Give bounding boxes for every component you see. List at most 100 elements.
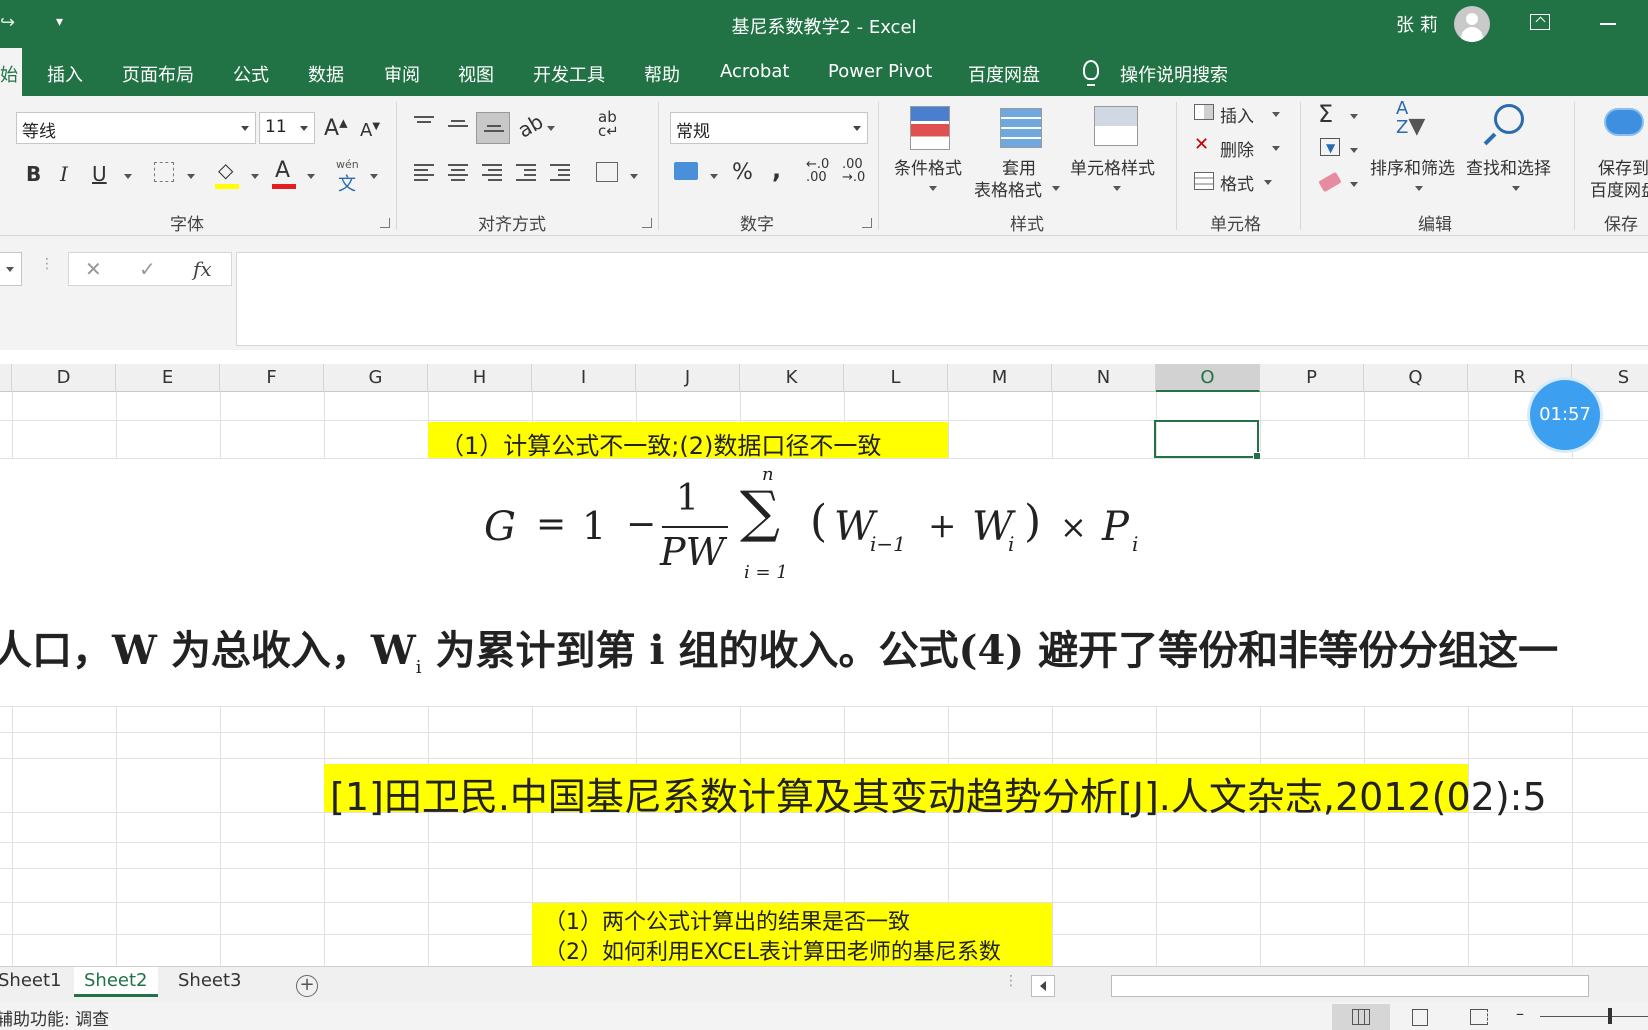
fill-color-icon[interactable]: ◇ [218,158,233,182]
save-to-baidu-label-2[interactable]: 百度网盘 [1590,176,1648,201]
column-header[interactable]: N [1052,364,1156,392]
tab-page-layout[interactable]: 页面布局 [122,61,194,87]
clear-icon[interactable] [1318,171,1342,193]
increase-indent-icon[interactable] [550,164,570,181]
column-header[interactable]: P [1260,364,1364,392]
zoom-slider-knob[interactable] [1608,1008,1612,1024]
recording-timer[interactable]: 01:57 [1530,380,1600,450]
column-header[interactable]: H [428,364,532,392]
column-header[interactable]: J [636,364,740,392]
accessibility-status[interactable]: 辅助功能: 调查 [0,1005,109,1030]
increase-decimal-button[interactable]: ←.0 .00 [806,158,829,184]
phonetic-dropdown-icon[interactable] [370,174,378,179]
orientation-dropdown-icon[interactable] [547,126,555,131]
fill-dropdown-icon[interactable] [1350,148,1358,153]
column-header[interactable]: G [324,364,428,392]
conditional-formatting-button[interactable]: 条件格式 [894,154,962,179]
align-top-icon[interactable] [414,116,434,132]
tab-review[interactable]: 审阅 [384,61,420,87]
accounting-dropdown-icon[interactable] [710,174,718,179]
enter-icon[interactable]: ✓ [139,257,156,281]
scroll-left-icon[interactable] [1031,975,1055,997]
number-dialog-launcher-icon[interactable] [862,218,872,228]
percent-style-button[interactable]: % [732,160,753,185]
number-format-combo[interactable]: 常规 [670,112,868,144]
font-color-icon[interactable]: A [275,158,290,183]
minimize-icon[interactable] [1600,23,1616,25]
fill-color-dropdown-icon[interactable] [251,174,259,179]
column-header[interactable]: D [12,364,116,392]
decrease-indent-icon[interactable] [516,164,536,181]
tab-formulas[interactable]: 公式 [233,61,269,87]
column-header[interactable]: M [948,364,1052,392]
zoom-out-icon[interactable]: – [1516,1004,1524,1023]
decrease-font-size-icon[interactable]: A▼ [360,120,380,141]
font-dialog-launcher-icon[interactable] [380,218,390,228]
scroll-split-grip-icon[interactable]: ⋮ [1004,973,1018,989]
column-header[interactable]: F [220,364,324,392]
font-color-dropdown-icon[interactable] [307,174,315,179]
horizontal-scrollbar[interactable] [1111,975,1589,997]
conditional-formatting-icon[interactable] [910,106,950,150]
tab-help[interactable]: 帮助 [644,61,680,87]
question-2-cell[interactable]: （2）如何利用EXCEL表计算田老师的基尼系数 [544,934,1001,966]
autosum-icon[interactable]: Σ [1318,100,1333,128]
underline-button[interactable]: U [92,162,107,186]
question-1-cell[interactable]: （1）两个公式计算出的结果是否一致 [544,904,910,936]
format-as-table-button[interactable]: 表格格式 [974,176,1042,201]
normal-view-button[interactable] [1332,1004,1390,1030]
formula-input[interactable] [236,252,1648,346]
borders-dropdown-icon[interactable] [187,174,195,179]
increase-font-size-icon[interactable]: A▲ [324,116,348,141]
sheet-tab-sheet2[interactable]: Sheet2 [74,967,158,997]
column-header[interactable]: K [740,364,844,392]
sort-filter-icon[interactable]: A Z▼ [1396,100,1425,138]
sort-filter-button[interactable]: 排序和筛选 [1370,154,1455,179]
tab-home[interactable]: 始 [0,48,22,96]
ribbon-display-options-icon[interactable] [1530,14,1550,30]
tab-data[interactable]: 数据 [308,61,344,87]
cancel-icon[interactable]: ✕ [85,257,102,281]
orientation-icon[interactable]: ab [514,109,548,142]
active-cell-selection[interactable] [1154,420,1261,460]
zoom-slider[interactable] [1540,1016,1648,1017]
page-break-view-button[interactable] [1448,1004,1506,1030]
format-cells-dropdown-icon[interactable] [1264,180,1272,185]
decrease-decimal-button[interactable]: .00 →.0 [842,158,865,184]
align-bottom-button[interactable] [476,112,510,144]
tab-acrobat[interactable]: Acrobat [720,61,789,82]
bold-button[interactable]: B [26,162,41,186]
align-center-icon[interactable] [448,164,468,181]
insert-function-icon[interactable]: fx [193,257,212,281]
reason-note-cell[interactable]: （1）计算公式不一致;(2)数据口径不一致 [440,426,881,461]
find-select-icon[interactable] [1494,104,1524,134]
column-header[interactable]: I [532,364,636,392]
cell-styles-icon[interactable] [1094,106,1138,146]
column-header-c[interactable] [0,364,12,392]
font-size-combo[interactable]: 11 [259,112,315,144]
format-as-table-icon[interactable] [1000,108,1042,148]
align-middle-icon[interactable] [448,120,468,136]
column-header[interactable]: L [844,364,948,392]
alignment-dialog-launcher-icon[interactable] [642,218,652,228]
accounting-format-icon[interactable] [674,162,698,180]
underline-dropdown-icon[interactable] [124,174,132,179]
tab-developer[interactable]: 开发工具 [533,61,605,87]
comma-style-button[interactable]: , [772,156,781,184]
phonetic-guide-icon[interactable]: 文 [338,170,356,196]
delete-cells-button[interactable]: 删除 [1220,136,1254,161]
wrap-text-icon[interactable]: ab c↵ [598,110,619,139]
insert-cells-dropdown-icon[interactable] [1272,112,1280,117]
delete-cells-dropdown-icon[interactable] [1272,146,1280,151]
insert-cells-button[interactable]: 插入 [1220,102,1254,127]
user-name[interactable]: 张 莉 [1396,11,1438,37]
page-layout-view-button[interactable] [1390,1004,1448,1030]
italic-button[interactable]: I [60,162,68,186]
cell-styles-button[interactable]: 单元格样式 [1070,154,1155,179]
column-header[interactable]: Q [1364,364,1468,392]
sheet-tab-sheet1[interactable]: Sheet1 [0,967,72,997]
delete-cells-icon[interactable]: ✕ [1194,134,1209,155]
autosum-dropdown-icon[interactable] [1350,114,1358,119]
tab-baidu-netdisk[interactable]: 百度网盘 [968,61,1040,87]
tab-view[interactable]: 视图 [458,61,494,87]
